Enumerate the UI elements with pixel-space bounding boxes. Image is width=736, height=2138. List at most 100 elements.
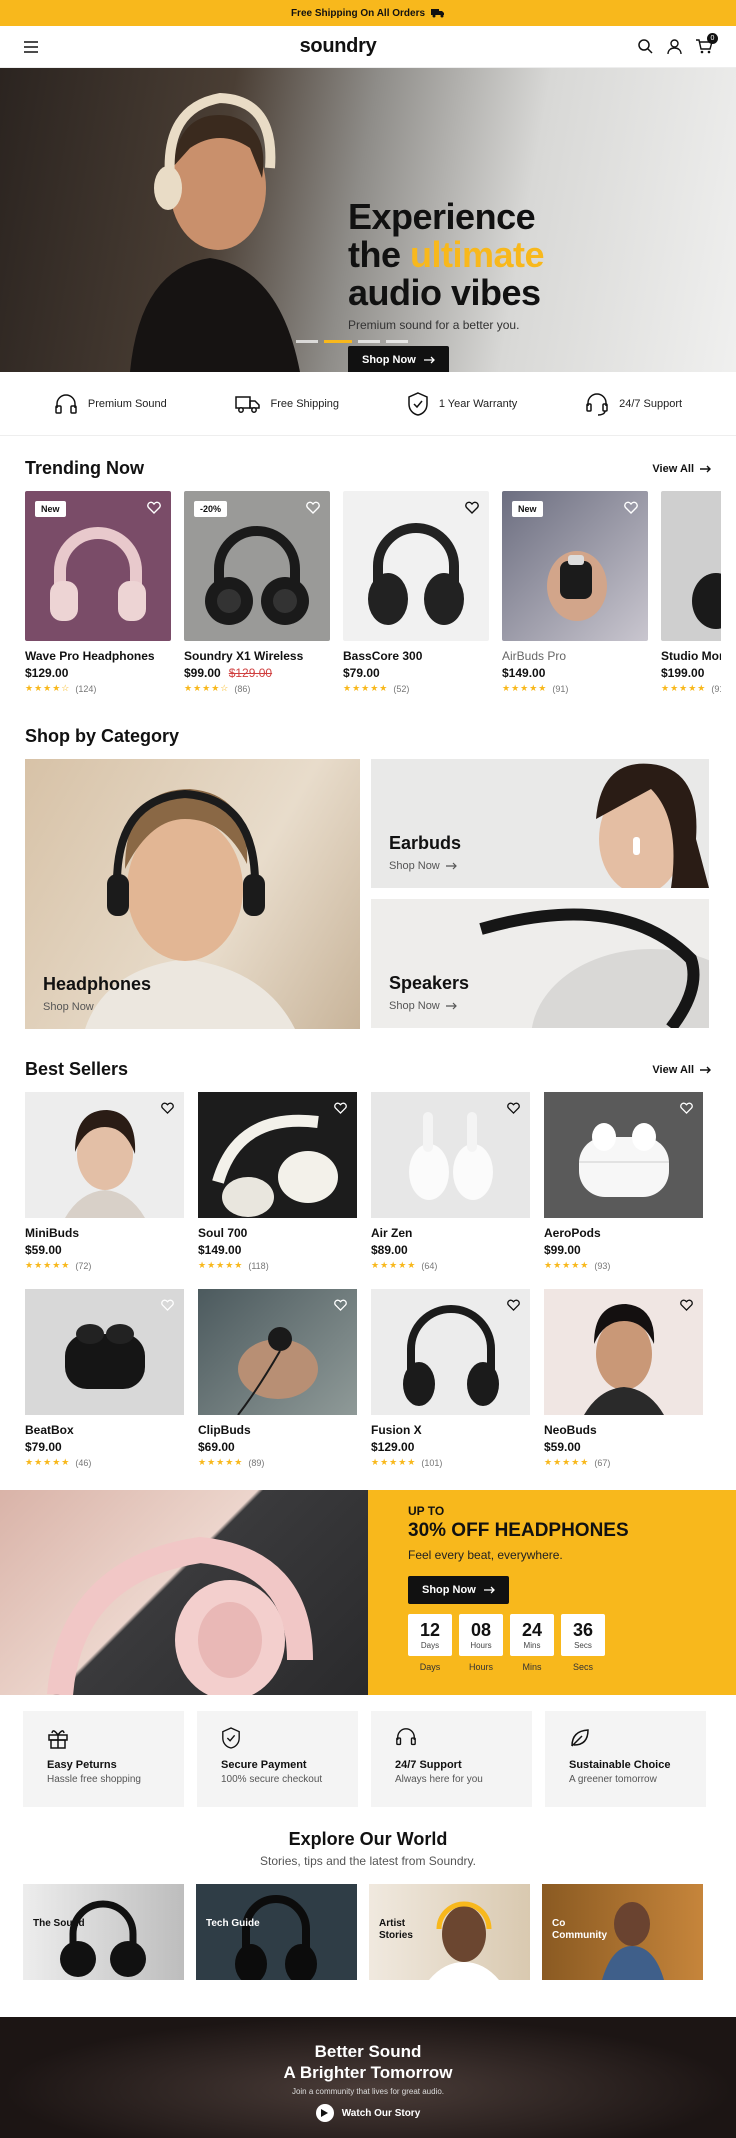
- product-card[interactable]: BeatBox $79.00 ★★★★★ (46): [25, 1289, 184, 1468]
- product-card[interactable]: New Wave Pro Headphones $129.00 ★★★★☆ (12…: [25, 491, 171, 694]
- product-price: $59.00: [25, 1243, 62, 1257]
- best-sellers-view-all-link[interactable]: View All: [652, 1064, 711, 1076]
- current-price: $99.00: [184, 666, 221, 680]
- carousel-dot[interactable]: [386, 340, 408, 343]
- product-rating: ★★★★★ (89): [198, 1457, 357, 1468]
- countdown-unit: Secs: [574, 1640, 592, 1650]
- heart-icon[interactable]: [147, 501, 161, 514]
- heart-icon[interactable]: [507, 1299, 520, 1311]
- product-price: $89.00: [371, 1243, 408, 1257]
- perks-section: Easy Peturns Hassle free shopping Secure…: [0, 1711, 736, 1807]
- review-count: (72): [75, 1260, 92, 1271]
- countdown-caption: Mins: [522, 1662, 542, 1672]
- product-price: $149.00: [502, 666, 546, 680]
- hero-banner: Experience the ultimate audio vibes Prem…: [0, 68, 736, 372]
- category-grid: Headphones Shop Now Earbuds Shop Now Spe…: [0, 759, 736, 1029]
- explore-title: Explore Our World: [288, 1829, 448, 1849]
- countdown-caption: Days: [419, 1662, 441, 1672]
- truck-icon: [234, 394, 261, 414]
- product-card[interactable]: BassCore 300 $79.00 ★★★★★ (52): [343, 491, 489, 694]
- review-count: (46): [75, 1457, 92, 1468]
- trending-view-all-link[interactable]: View All: [652, 463, 711, 475]
- product-card[interactable]: ClipBuds $69.00 ★★★★★ (89): [198, 1289, 357, 1468]
- category-shop-link[interactable]: Shop Now: [389, 1000, 457, 1012]
- search-icon[interactable]: [638, 39, 653, 54]
- product-image: [25, 1092, 184, 1218]
- explore-card[interactable]: Co Community: [542, 1884, 703, 1980]
- category-card-headphones[interactable]: Headphones Shop Now: [25, 759, 360, 1029]
- site-logo[interactable]: soundry: [300, 35, 377, 58]
- product-price: $99.00 $129.00: [184, 666, 330, 680]
- feature-label: 24/7 Support: [619, 397, 683, 410]
- product-card[interactable]: Air Zen $89.00 ★★★★★ (64): [371, 1092, 530, 1271]
- explore-card[interactable]: Artist Stories: [369, 1884, 530, 1980]
- product-card[interactable]: NeoBuds $59.00 ★★★★★ (67): [544, 1289, 703, 1468]
- arrow-right-icon: [445, 1002, 457, 1010]
- product-rating: ★★★★☆ (86): [184, 683, 330, 694]
- product-card-partial[interactable]: Studio Mona $199.00 ★★★★★ (91: [661, 491, 721, 694]
- product-price: $99.00: [544, 1243, 581, 1257]
- heart-icon[interactable]: [306, 501, 320, 514]
- product-rating: ★★★★★ (64): [371, 1260, 530, 1271]
- product-name: AirBuds Pro: [502, 649, 567, 663]
- brand-story-line-1: Better Sound: [314, 2042, 422, 2061]
- promo-headphones-image: [0, 1490, 368, 1695]
- product-card[interactable]: New AirBuds Pro $149.00 ★★★★★ (91): [502, 491, 648, 694]
- hero-cta-label: Shop Now: [362, 354, 416, 366]
- hero-headline: Experience the ultimate audio vibes: [348, 198, 648, 312]
- product-image: [371, 1092, 530, 1218]
- product-card[interactable]: AeroPods $99.00 ★★★★★ (93): [544, 1092, 703, 1271]
- watch-story-button[interactable]: Watch Our Story: [315, 2104, 420, 2122]
- product-name: Studio Mona: [661, 649, 721, 663]
- countdown-value: 36: [572, 1619, 594, 1640]
- brand-story-subtitle: Join a community that lives for great au…: [291, 2087, 445, 2096]
- perk-easy-returns: Easy Peturns Hassle free shopping: [23, 1711, 184, 1807]
- promo-shop-now-button[interactable]: Shop Now: [408, 1576, 509, 1604]
- heart-icon[interactable]: [161, 1299, 174, 1311]
- category-shop-link[interactable]: Shop Now: [43, 1001, 94, 1013]
- user-icon[interactable]: [667, 39, 682, 54]
- hero-copy: Experience the ultimate audio vibes Prem…: [348, 198, 648, 372]
- carousel-dot[interactable]: [358, 340, 380, 343]
- review-count: (118): [248, 1260, 269, 1271]
- product-card[interactable]: Fusion X $129.00 ★★★★★ (101): [371, 1289, 530, 1468]
- heart-icon[interactable]: [465, 501, 479, 514]
- heart-icon[interactable]: [624, 501, 638, 514]
- heart-icon[interactable]: [161, 1102, 174, 1114]
- category-card-earbuds[interactable]: Earbuds Shop Now: [371, 759, 709, 888]
- heart-icon[interactable]: [334, 1299, 347, 1311]
- category-card-speakers[interactable]: Speakers Shop Now: [371, 899, 709, 1028]
- menu-icon[interactable]: [24, 40, 38, 53]
- cart-icon[interactable]: 0: [695, 33, 718, 54]
- header-actions: 0: [638, 33, 718, 54]
- product-card[interactable]: Soul 700 $149.00 ★★★★★ (118): [198, 1092, 357, 1271]
- heart-icon[interactable]: [680, 1299, 693, 1311]
- product-card[interactable]: MiniBuds $59.00 ★★★★★ (72): [25, 1092, 184, 1271]
- review-count: (91: [711, 683, 721, 694]
- product-image: [198, 1092, 357, 1218]
- product-name: ClipBuds: [198, 1423, 251, 1437]
- star-rating-icon: ★★★★★: [25, 1457, 71, 1467]
- heart-icon[interactable]: [680, 1102, 693, 1114]
- promo-cta-label: Shop Now: [422, 1584, 476, 1596]
- hero-shop-now-button[interactable]: Shop Now: [348, 346, 449, 372]
- category-shop-link[interactable]: Shop Now: [389, 860, 457, 872]
- product-image: [25, 1289, 184, 1415]
- product-card[interactable]: -20% Soundry X1 Wireless $99.00 $129.00 ★…: [184, 491, 330, 694]
- explore-card[interactable]: Tech Guide: [196, 1884, 357, 1980]
- product-rating: ★★★★★ (101): [371, 1457, 530, 1468]
- star-rating-icon: ★★★★★: [544, 1260, 590, 1270]
- carousel-dot-active[interactable]: [324, 340, 352, 343]
- perk-title: Secure Payment: [221, 1759, 307, 1771]
- site-header: soundry 0: [0, 26, 736, 68]
- product-rating: ★★★★★ (118): [198, 1260, 357, 1271]
- heart-icon[interactable]: [334, 1102, 347, 1114]
- product-image: New: [25, 491, 171, 641]
- explore-card[interactable]: The Sound: [23, 1884, 184, 1980]
- heart-icon[interactable]: [507, 1102, 520, 1114]
- cart-count-badge: 0: [706, 33, 718, 44]
- carousel-dot[interactable]: [296, 340, 318, 343]
- gift-icon: [47, 1727, 160, 1749]
- hero-man-with-headphones-image: [130, 92, 300, 372]
- play-icon: [315, 2104, 334, 2122]
